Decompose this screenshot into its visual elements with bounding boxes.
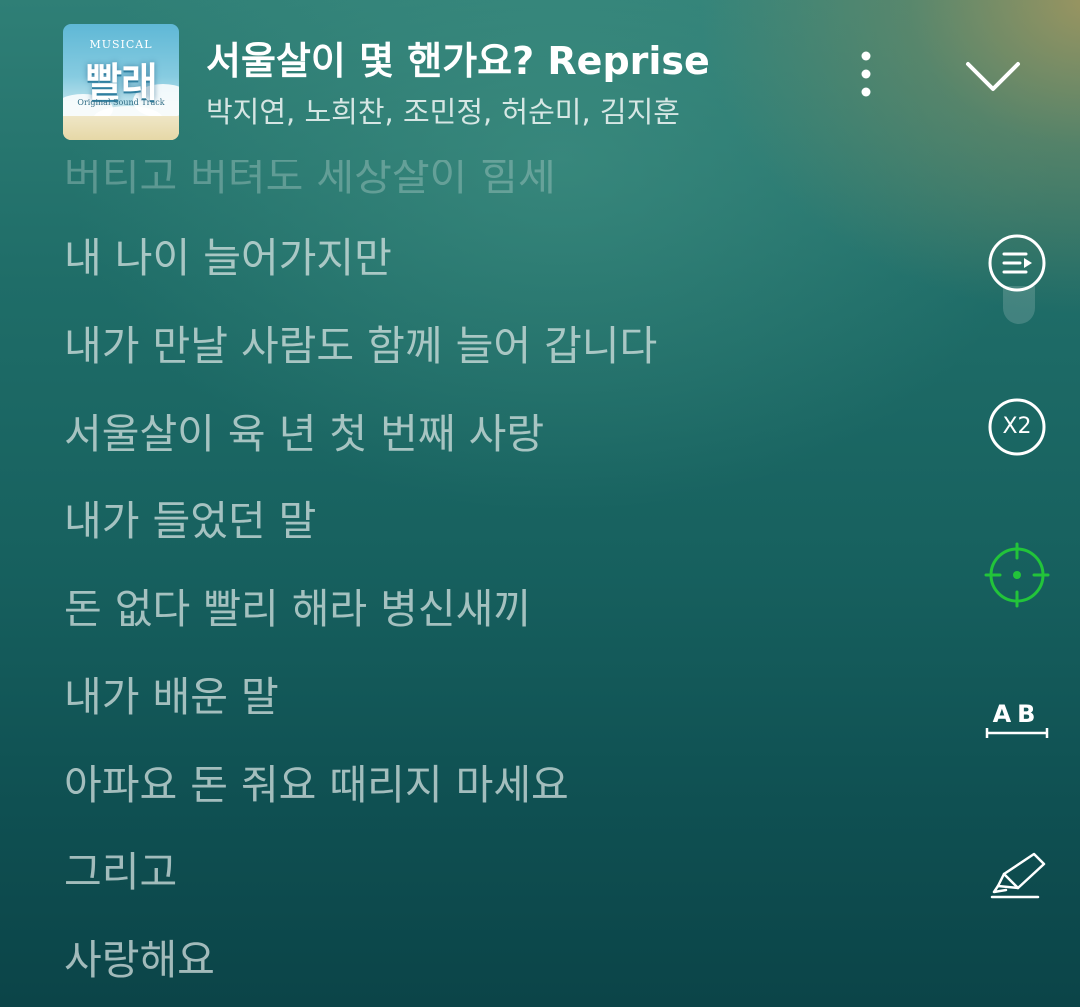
lyrics-playlist-icon (988, 234, 1046, 292)
lyric-line[interactable]: 서울살이 육 년 첫 번째 사랑 (64, 414, 544, 455)
crosshair-locate-icon (984, 542, 1050, 608)
ab-repeat-button[interactable]: AB (984, 700, 1050, 742)
lyric-line[interactable]: 내가 만날 사람도 함께 늘어 갑니다 (64, 326, 657, 367)
lyric-line[interactable]: 돈 없다 빨리 해라 병신새끼 (64, 589, 531, 630)
lyrics-playlist-button[interactable] (986, 232, 1048, 294)
lyric-line[interactable]: 내가 들었던 말 (64, 501, 316, 542)
playback-speed-button[interactable]: X2 (986, 396, 1048, 458)
lyrics-panel[interactable]: 버티고 버텨도 세상살이 힘세 내 나이 늘어가지만 내가 만날 사람도 함께 … (0, 160, 960, 1007)
lyric-line[interactable]: 내가 배운 말 (64, 677, 279, 718)
lyric-line[interactable]: 그리고 (64, 852, 177, 893)
song-title[interactable]: 서울살이 몇 핸가요? Reprise (206, 30, 710, 85)
album-art[interactable]: MUSICAL 빨래 Original Sound Track (63, 24, 179, 140)
chevron-down-icon (966, 62, 1020, 91)
song-artists[interactable]: 박지연, 노희찬, 조민정, 허순미, 김지훈 (206, 89, 680, 131)
speed-label: X2 (1002, 414, 1032, 439)
highlighter-pen-icon (990, 852, 1046, 899)
lyric-line[interactable]: 내 나이 늘어가지만 (64, 238, 392, 279)
album-subtitle: Original Sound Track (77, 98, 165, 107)
collapse-button[interactable] (962, 52, 1024, 98)
ab-repeat-label: AB (992, 700, 1042, 728)
more-vertical-icon (861, 51, 871, 97)
more-options-button[interactable] (846, 48, 886, 100)
ab-repeat-icon (985, 728, 1049, 738)
highlighter-button[interactable] (988, 848, 1050, 900)
lyric-line[interactable]: 사랑해요 (64, 940, 215, 981)
now-playing-header: MUSICAL 빨래 Original Sound Track 서울살이 몇 핸… (0, 0, 1080, 160)
lyric-line-partial[interactable]: 버티고 버텨도 세상살이 힘세 (64, 160, 556, 197)
lyric-line[interactable]: 아파요 돈 줘요 때리지 마세요 (64, 765, 569, 806)
locate-current-lyric-button[interactable] (984, 542, 1050, 608)
